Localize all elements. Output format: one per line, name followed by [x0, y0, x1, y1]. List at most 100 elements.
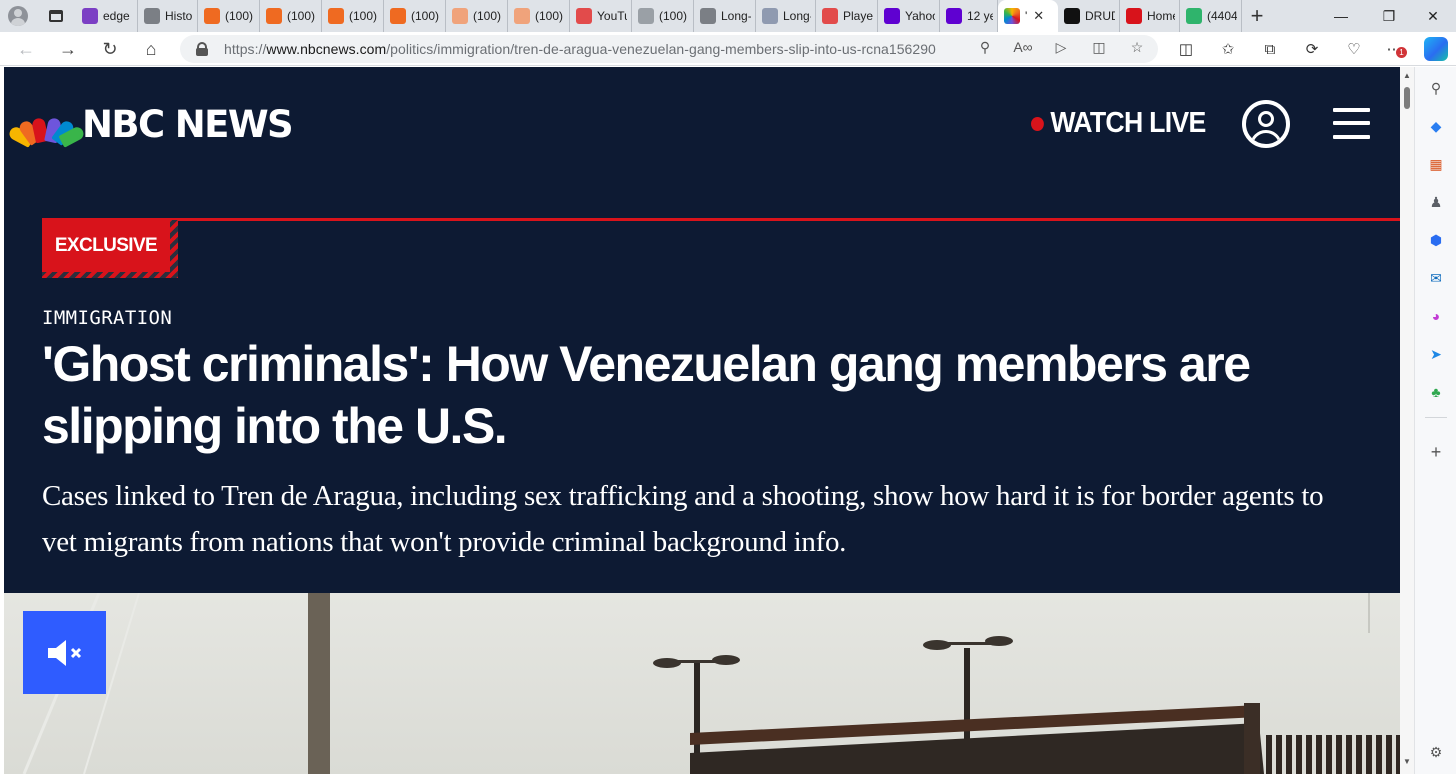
browser-tab[interactable]: ' ✕ — [998, 0, 1058, 32]
browser-tab-title: (4404 — [1207, 9, 1237, 23]
history-icon[interactable]: ⟳ — [1302, 39, 1322, 59]
app-available-icon[interactable]: ◫ — [1090, 38, 1108, 56]
bookmark-orange-icon — [266, 8, 282, 24]
bookmark-orange-icon — [204, 8, 220, 24]
menu-icon[interactable] — [1333, 108, 1370, 140]
shopping-tag-icon[interactable]: ◆ — [1427, 117, 1445, 135]
video-icon[interactable]: ▷ — [1052, 38, 1070, 56]
read-aloud-icon[interactable]: A∞ — [1013, 38, 1032, 56]
drop-icon[interactable]: ◕ — [1427, 307, 1445, 325]
lock-icon — [196, 42, 208, 56]
browser-tab[interactable]: (100) — [446, 0, 508, 32]
send-icon[interactable]: ➤ — [1427, 345, 1445, 363]
address-bar[interactable]: https://www.nbcnews.com/politics/immigra… — [180, 35, 1158, 63]
header-divider — [42, 218, 1400, 221]
page-viewport: NBC NEWS WATCH LIVE EXCLUSIVE IMMIGRATIO… — [4, 67, 1400, 774]
browser-tab-title: 12 yea — [967, 9, 993, 23]
scrollbar-thumb[interactable] — [1404, 87, 1410, 109]
youtube-icon — [822, 8, 838, 24]
settings-more-icon[interactable]: ⋯ 1 — [1384, 39, 1407, 59]
bookmark-orange-icon — [452, 8, 468, 24]
profile-button[interactable] — [0, 0, 36, 32]
close-tab-icon[interactable]: ✕ — [1033, 8, 1044, 24]
favorite-star-icon[interactable]: ☆ — [1128, 38, 1146, 56]
browser-tab[interactable]: Home — [1120, 0, 1180, 32]
browser-tab[interactable]: (100) — [508, 0, 570, 32]
collections-icon[interactable]: ⧉ — [1260, 39, 1280, 59]
bookmark-orange-icon — [328, 8, 344, 24]
browser-tab-title: (100) — [659, 9, 688, 23]
outlook-icon[interactable]: ✉ — [1427, 269, 1445, 287]
ghost-icon — [638, 8, 654, 24]
scroll-down-arrow-icon[interactable]: ▼ — [1402, 757, 1412, 767]
notification-badge: 1 — [1396, 47, 1407, 58]
watch-live-link[interactable]: WATCH LIVE — [1031, 107, 1206, 140]
browser-tab[interactable]: Long- — [694, 0, 756, 32]
browser-tab[interactable]: YouTu — [570, 0, 632, 32]
browser-tab[interactable]: Yahoo — [878, 0, 940, 32]
account-icon[interactable] — [1242, 100, 1290, 148]
tab-actions-button[interactable] — [36, 0, 76, 32]
copilot-icon[interactable] — [1424, 37, 1448, 61]
favorites-icon[interactable]: ✩ — [1218, 39, 1238, 59]
refresh-button[interactable]: ↻ — [98, 37, 122, 61]
exclusive-label: EXCLUSIVE — [42, 220, 170, 272]
browser-tab-title: (100) — [349, 9, 378, 23]
back-button[interactable]: ← — [14, 37, 38, 61]
browser-tab-title: YouTu — [597, 9, 627, 23]
tab-strip: edge Histor (100) (100) (100) (100) (100) (100)… — [0, 0, 1456, 32]
search-icon[interactable]: ⚲ — [1427, 79, 1445, 97]
split-screen-icon[interactable]: ◫ — [1176, 39, 1196, 59]
browser-essentials-icon[interactable]: ♡ — [1344, 39, 1364, 59]
scroll-up-arrow-icon[interactable]: ▲ — [1402, 71, 1412, 81]
exclusive-badge: EXCLUSIVE — [42, 220, 178, 278]
edge-sidebar: ⚲ ◆ ▦ ♟ ⬢ ✉ ◕ ➤ ♣ + ⚙ — [1414, 67, 1456, 774]
restore-button[interactable]: ❐ — [1366, 0, 1412, 32]
browser-tab[interactable]: (100) — [384, 0, 446, 32]
browser-tab[interactable]: 12 yea — [940, 0, 998, 32]
sidebar-settings-gear-icon[interactable]: ⚙ — [1427, 743, 1445, 761]
watch-live-label: WATCH LIVE — [1050, 107, 1206, 139]
article-dek: Cases linked to Tren de Aragua, includin… — [42, 480, 1324, 558]
yahoo-y-icon — [884, 8, 900, 24]
browser-tab[interactable]: (100) — [322, 0, 384, 32]
browser-tab[interactable]: DRUD — [1058, 0, 1120, 32]
browser-tab[interactable]: Long- — [756, 0, 816, 32]
zoom-icon[interactable]: ⚲ — [976, 38, 994, 56]
nbc-news-logo[interactable]: NBC NEWS — [7, 103, 294, 148]
browser-tab[interactable]: (100) — [260, 0, 322, 32]
yahoo-y-icon — [82, 8, 98, 24]
minimize-button[interactable]: — — [1318, 0, 1364, 32]
article-hero: NBC NEWS WATCH LIVE EXCLUSIVE IMMIGRATIO… — [4, 67, 1400, 593]
browser-tab[interactable]: (4404 — [1180, 0, 1242, 32]
browser-tab[interactable]: edge — [76, 0, 138, 32]
tools-briefcase-icon[interactable]: ▦ — [1427, 155, 1445, 173]
nbc-peacock-icon — [7, 108, 86, 148]
home-button[interactable]: ⌂ — [139, 37, 163, 61]
url-text: https://www.nbcnews.com/politics/immigra… — [224, 41, 936, 57]
games-icon[interactable]: ♟ — [1427, 193, 1445, 211]
microsoft-365-icon[interactable]: ⬢ — [1427, 231, 1445, 249]
browser-tab[interactable]: (100) — [632, 0, 694, 32]
browser-tab-title: (100) — [473, 9, 502, 23]
browser-tab-title: DRUD — [1085, 9, 1115, 23]
history-icon — [144, 8, 160, 24]
close-window-button[interactable]: ✕ — [1410, 0, 1456, 32]
unmute-button[interactable] — [23, 611, 106, 694]
page-scrollbar[interactable]: ▲ ▼ — [1400, 67, 1414, 774]
browser-tab-title: (100) — [287, 9, 316, 23]
tree-icon[interactable]: ♣ — [1427, 383, 1445, 401]
add-sidebar-app-icon[interactable]: + — [1427, 442, 1445, 462]
new-tab-button[interactable]: + — [1242, 0, 1272, 32]
browser-tab[interactable]: (100) — [198, 0, 260, 32]
hero-video[interactable] — [4, 593, 1400, 774]
forward-button[interactable]: → — [56, 37, 80, 61]
article-headline: 'Ghost criminals': How Venezuelan gang m… — [42, 336, 1251, 454]
browser-tab-title: edge — [103, 9, 130, 23]
browser-tab-title: Yahoo — [905, 9, 935, 23]
browser-toolbar: ← → ↻ ⌂ https://www.nbcnews.com/politics… — [0, 32, 1456, 66]
browser-tab[interactable]: Player — [816, 0, 878, 32]
l-square-icon — [762, 8, 778, 24]
browser-tab[interactable]: Histor — [138, 0, 198, 32]
section-kicker[interactable]: IMMIGRATION — [42, 307, 172, 329]
